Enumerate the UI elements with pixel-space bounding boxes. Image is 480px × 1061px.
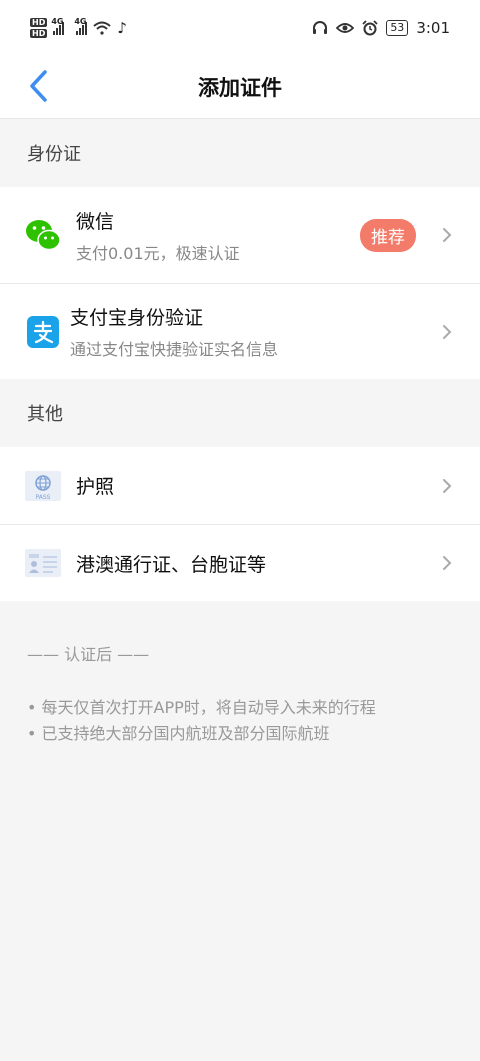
chevron-right-icon (440, 556, 454, 570)
alipay-title: 支付宝身份验证 (70, 307, 204, 329)
music-icon: ♪ (117, 19, 127, 37)
nav-bar: 添加证件 (0, 56, 480, 119)
passport-item[interactable]: PASS 护照 (0, 447, 480, 524)
hk-macau-text: 港澳通行证、台胞证等 (76, 550, 440, 577)
chevron-right-icon (440, 478, 454, 493)
headphones-icon (313, 21, 328, 34)
recommend-badge: 推荐 (360, 218, 416, 252)
section-header-other: 其他 (0, 379, 480, 447)
wechat-title: 微信 (76, 210, 115, 233)
hd-label-1: HD (30, 18, 48, 27)
chevron-right-icon (440, 324, 454, 339)
status-time: 3:01 (416, 19, 450, 37)
passport-icon-text: PASS (36, 494, 51, 501)
section-header-id-card: 身份证 (0, 119, 480, 187)
status-left: HD HD 4G 4G ♪ (30, 17, 127, 38)
network-type-label: 4G (51, 17, 64, 26)
hk-macau-permit-item[interactable]: 港澳通行证、台胞证等 (0, 524, 480, 601)
eye-icon (336, 23, 355, 33)
passport-text: 护照 (76, 472, 440, 499)
status-right: 53 3:01 (312, 19, 450, 37)
chevron-left-icon (30, 70, 47, 102)
hk-macau-title: 港澳通行证、台胞证等 (76, 553, 267, 576)
passport-icon: PASS (25, 468, 61, 504)
wifi-icon (93, 21, 112, 35)
footer-title: —— 认证后 —— (27, 645, 150, 664)
wechat-verify-item[interactable]: 微信 支付0.01元，极速认证 推荐 (0, 187, 480, 283)
hd-icon: HD HD (30, 18, 48, 38)
footer-note-2: • 已支持绝大部分国内航班及部分国际航班 (27, 724, 330, 743)
passport-title: 护照 (76, 476, 115, 498)
chevron-right-icon (440, 228, 454, 242)
alarm-icon (362, 20, 378, 36)
network-type-label-2: 4G (74, 17, 87, 26)
alipay-icon (25, 314, 61, 350)
wechat-icon (25, 217, 61, 253)
wechat-subtitle: 支付0.01元，极速认证 (76, 243, 240, 263)
footer-note-1: • 每天仅首次打开APP时，将自动导入未来的行程 (27, 698, 376, 717)
alipay-text: 支付宝身份验证 通过支付宝快捷验证实名信息 (70, 303, 440, 360)
wechat-text: 微信 支付0.01元，极速认证 (76, 207, 360, 264)
signal-icon: 4G (51, 17, 65, 35)
page-title: 添加证件 (198, 76, 282, 100)
status-bar: HD HD 4G 4G ♪ 53 3:01 (0, 0, 480, 56)
hd-label-2: HD (30, 29, 48, 38)
battery-indicator: 53 (386, 20, 409, 36)
id-card-icon (25, 545, 61, 581)
signal-icon-2: 4G (74, 17, 88, 35)
alipay-subtitle: 通过支付宝快捷验证实名信息 (70, 340, 279, 359)
back-button[interactable] (18, 66, 58, 106)
alipay-verify-item[interactable]: 支付宝身份验证 通过支付宝快捷验证实名信息 (0, 283, 480, 379)
footer-info: —— 认证后 —— • 每天仅首次打开APP时，将自动导入未来的行程 • 已支持… (0, 601, 480, 787)
